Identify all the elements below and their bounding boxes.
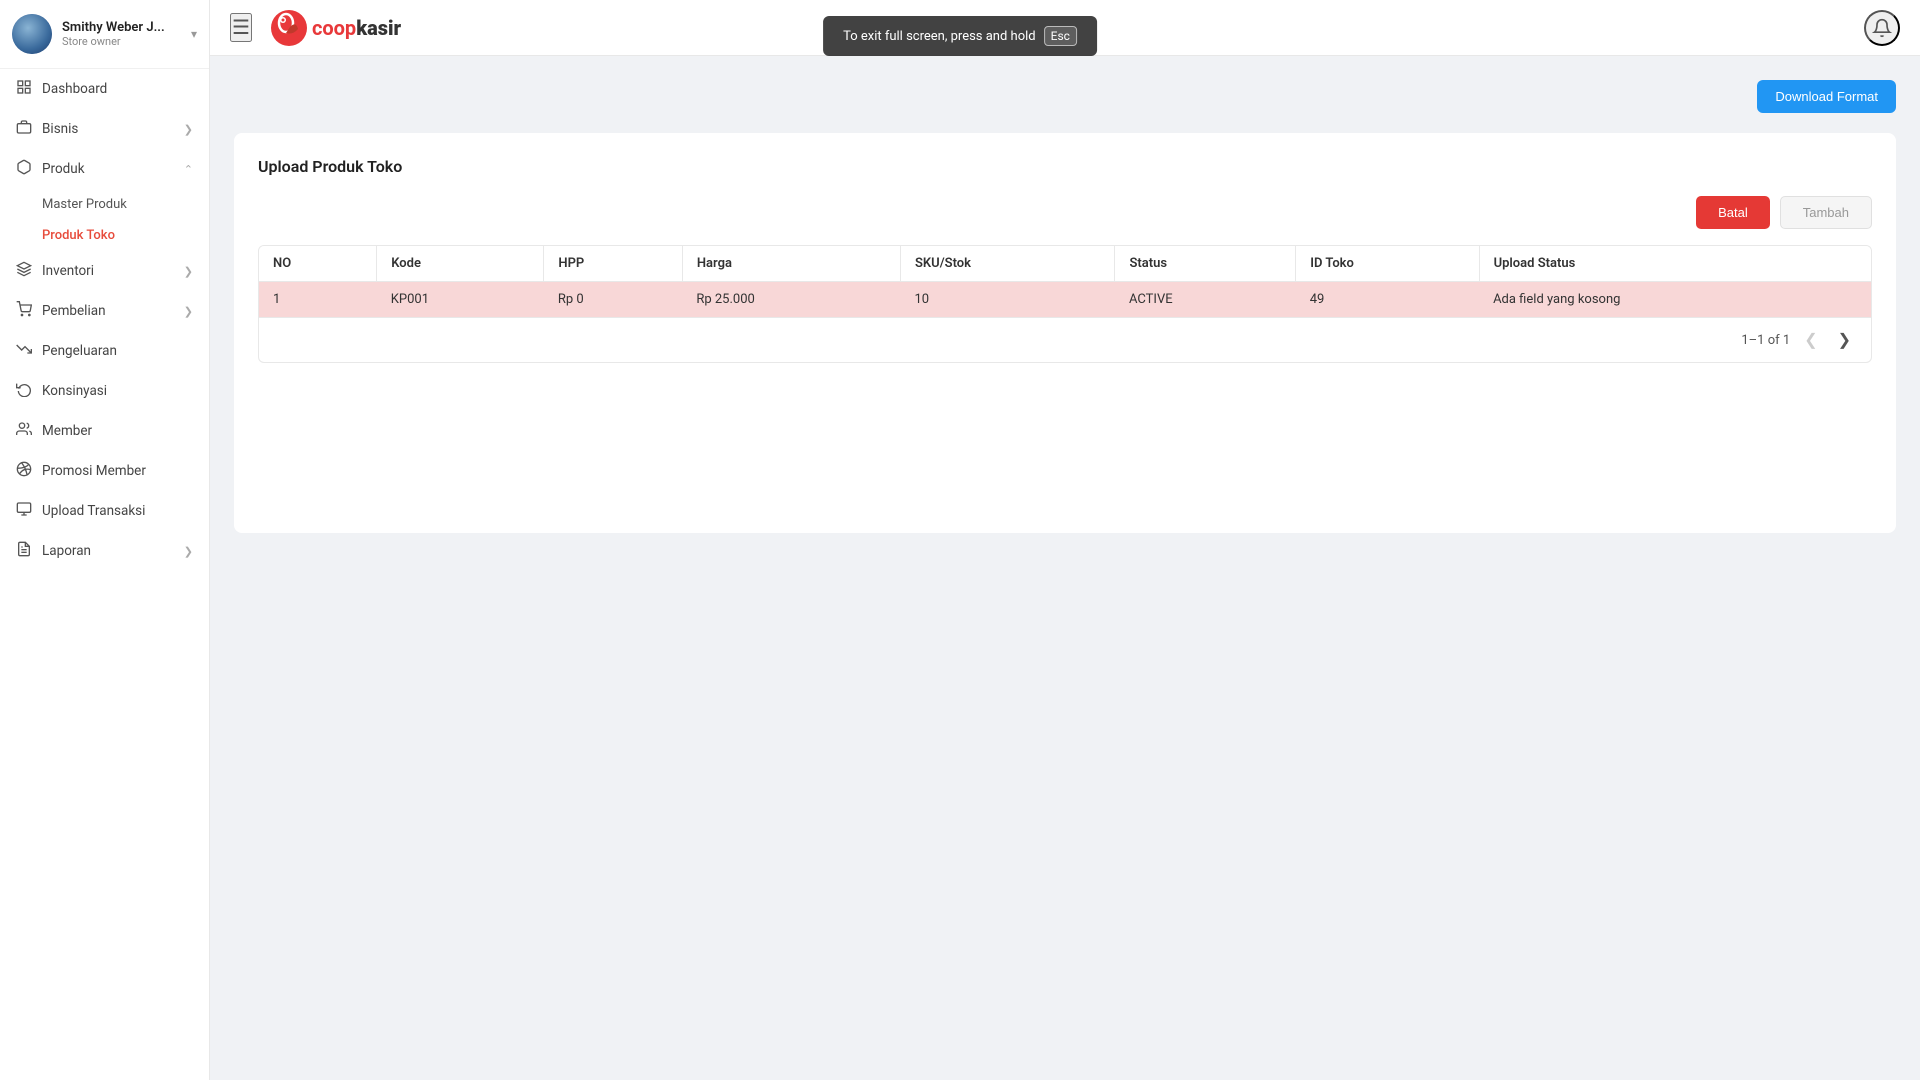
sidebar-item-label-inventori: Inventori <box>42 263 174 279</box>
col-no: NO <box>259 246 377 282</box>
sidebar-item-label-bisnis: Bisnis <box>42 121 174 137</box>
batal-button[interactable]: Batal <box>1696 196 1770 229</box>
cell-hpp: Rp 0 <box>544 282 682 318</box>
pagination-row: 1–1 of 1 ❮ ❯ <box>259 317 1871 362</box>
cell-upload-status: Ada field yang kosong <box>1479 282 1871 318</box>
sidebar-item-inventori[interactable]: Inventori ❯ <box>0 251 209 291</box>
table-row: 1 KP001 Rp 0 Rp 25.000 10 ACTIVE 49 Ada … <box>259 282 1871 318</box>
sidebar-item-label-konsinyasi: Konsinyasi <box>42 383 193 399</box>
produk-icon <box>16 159 32 179</box>
sidebar-item-label-dashboard: Dashboard <box>42 81 193 97</box>
sidebar-item-upload-transaksi[interactable]: Upload Transaksi <box>0 491 209 531</box>
sidebar-item-label-pengeluaran: Pengeluaran <box>42 343 193 359</box>
sidebar-item-promosi-member[interactable]: Promosi Member <box>0 451 209 491</box>
pembelian-icon <box>16 301 32 321</box>
sidebar-item-member[interactable]: Member <box>0 411 209 451</box>
col-id-toko: ID Toko <box>1296 246 1479 282</box>
cell-harga: Rp 25.000 <box>682 282 900 318</box>
sidebar-item-label-upload-transaksi: Upload Transaksi <box>42 503 193 519</box>
cell-sku-stok: 10 <box>901 282 1115 318</box>
cell-kode: KP001 <box>377 282 544 318</box>
pembelian-chevron-icon: ❯ <box>184 305 193 318</box>
main-content: ☰ coopkasir To exit full screen, press a… <box>210 0 1920 1080</box>
dashboard-icon <box>16 79 32 99</box>
logo-coop: coop <box>312 16 356 40</box>
col-sku-stok: SKU/Stok <box>901 246 1115 282</box>
sidebar-item-pembelian[interactable]: Pembelian ❯ <box>0 291 209 331</box>
profile-chevron-icon: ▾ <box>191 27 197 41</box>
bisnis-icon <box>16 119 32 139</box>
inventori-icon <box>16 261 32 281</box>
konsinyasi-icon <box>16 381 32 401</box>
logo-kasir: kasir <box>356 16 401 40</box>
hamburger-button[interactable]: ☰ <box>230 13 252 42</box>
download-btn-row: Download Format <box>234 80 1896 113</box>
action-row: Batal Tambah <box>258 196 1872 229</box>
bell-icon <box>1872 18 1892 38</box>
bisnis-chevron-icon: ❯ <box>184 123 193 136</box>
sidebar-item-label-laporan: Laporan <box>42 543 174 559</box>
col-status: Status <box>1115 246 1296 282</box>
cell-id-toko: 49 <box>1296 282 1479 318</box>
logo-icon <box>268 7 310 49</box>
product-table: NO Kode HPP Harga SKU/Stok Status ID Tok… <box>259 246 1871 317</box>
sidebar-item-produk-toko[interactable]: Produk Toko <box>0 220 209 251</box>
col-harga: Harga <box>682 246 900 282</box>
upload-transaksi-icon <box>16 501 32 521</box>
profile-section[interactable]: Smithy Weber J... Store owner ▾ <box>0 0 209 69</box>
sidebar-item-dashboard[interactable]: Dashboard <box>0 69 209 109</box>
logo-text: coopkasir <box>312 16 401 40</box>
col-kode: Kode <box>377 246 544 282</box>
member-icon <box>16 421 32 441</box>
pagination-prev-button[interactable]: ❮ <box>1798 328 1823 352</box>
product-table-wrapper: NO Kode HPP Harga SKU/Stok Status ID Tok… <box>258 245 1872 363</box>
sidebar-item-label-produk: Produk <box>42 161 174 177</box>
sidebar-item-master-produk[interactable]: Master Produk <box>0 189 209 220</box>
sidebar-item-pengeluaran[interactable]: Pengeluaran <box>0 331 209 371</box>
pagination-info: 1–1 of 1 <box>1741 333 1790 348</box>
sidebar-item-laporan[interactable]: Laporan ❯ <box>0 531 209 571</box>
col-hpp: HPP <box>544 246 682 282</box>
laporan-icon <box>16 541 32 561</box>
content-area: To exit full screen, press and hold Esc … <box>210 56 1920 1080</box>
profile-info: Smithy Weber J... Store owner <box>62 20 187 48</box>
page-card: Upload Produk Toko Batal Tambah NO Kode … <box>234 133 1896 533</box>
cell-status: ACTIVE <box>1115 282 1296 318</box>
produk-chevron-icon: ⌃ <box>184 163 193 176</box>
download-format-button[interactable]: Download Format <box>1757 80 1896 113</box>
sidebar-item-produk[interactable]: Produk ⌃ <box>0 149 209 189</box>
laporan-chevron-icon: ❯ <box>184 545 193 558</box>
profile-name: Smithy Weber J... <box>62 20 187 35</box>
sidebar-item-konsinyasi[interactable]: Konsinyasi <box>0 371 209 411</box>
sidebar-item-label-pembelian: Pembelian <box>42 303 174 319</box>
sidebar: Smithy Weber J... Store owner ▾ Dashboar… <box>0 0 210 1080</box>
table-header-row: NO Kode HPP Harga SKU/Stok Status ID Tok… <box>259 246 1871 282</box>
notification-button[interactable] <box>1864 10 1900 46</box>
page-title: Upload Produk Toko <box>258 157 1872 176</box>
logo: coopkasir <box>268 7 401 49</box>
pagination-next-button[interactable]: ❯ <box>1832 328 1857 352</box>
col-upload-status: Upload Status <box>1479 246 1871 282</box>
inventori-chevron-icon: ❯ <box>184 265 193 278</box>
profile-role: Store owner <box>62 35 187 48</box>
sidebar-item-label-member: Member <box>42 423 193 439</box>
cell-no: 1 <box>259 282 377 318</box>
promosi-icon <box>16 461 32 481</box>
sidebar-item-bisnis[interactable]: Bisnis ❯ <box>0 109 209 149</box>
avatar <box>12 14 52 54</box>
pengeluaran-icon <box>16 341 32 361</box>
tambah-button: Tambah <box>1780 196 1872 229</box>
sidebar-item-label-promosi-member: Promosi Member <box>42 463 193 479</box>
